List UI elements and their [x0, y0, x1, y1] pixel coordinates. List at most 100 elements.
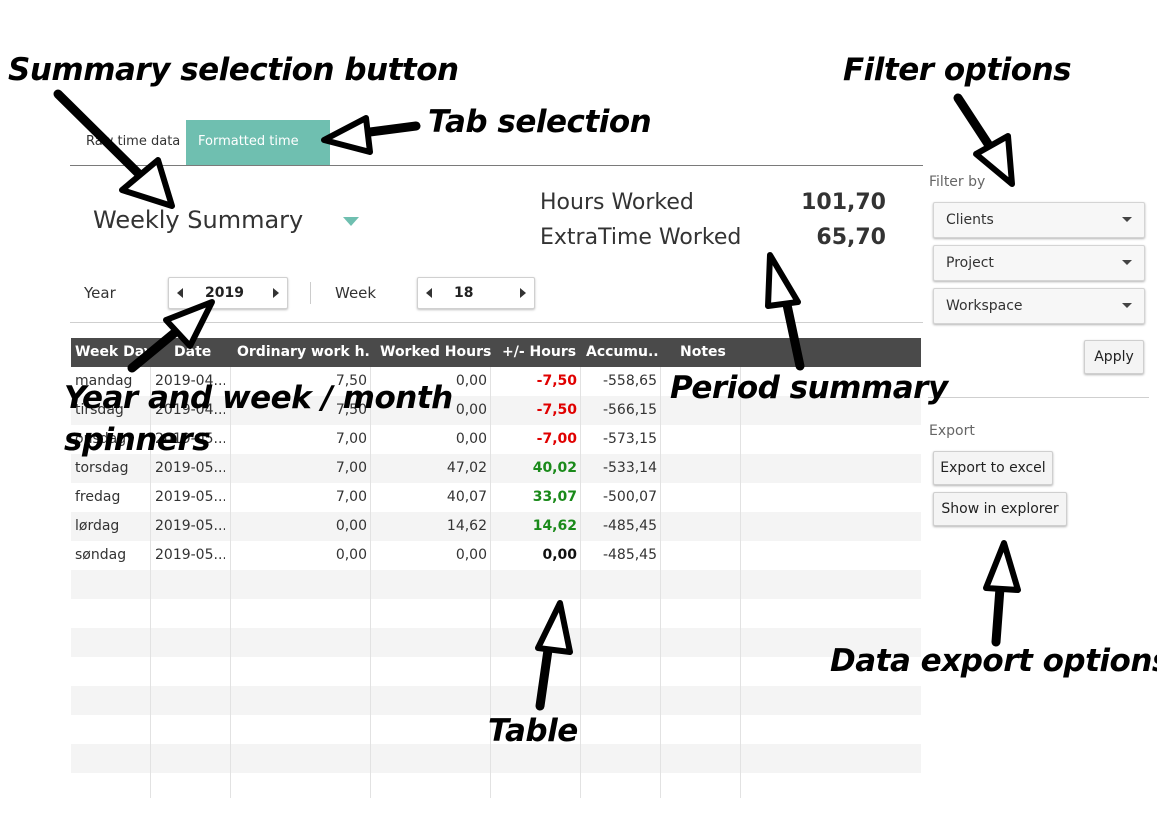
tab-raw-time-data[interactable]: Raw time data [74, 120, 192, 166]
cell-accumulated: -566,15 [602, 402, 657, 418]
chevron-down-icon [1122, 260, 1132, 265]
hours-worked-value: 101,70 [801, 190, 886, 215]
project-filter-label: Project [946, 255, 994, 271]
cell-accumulated: -558,65 [602, 373, 657, 389]
column-header-accumulated[interactable]: Accumu... [586, 338, 660, 367]
filter-by-label: Filter by [929, 174, 986, 190]
cell-worked-hours: 47,02 [446, 460, 487, 476]
year-increment-button[interactable] [265, 278, 287, 308]
table-row[interactable] [71, 628, 921, 657]
show-in-explorer-button[interactable]: Show in explorer [933, 492, 1067, 526]
cell-week-day: fredag [75, 489, 121, 505]
column-gridline [740, 367, 741, 798]
arrow-right-icon [520, 288, 526, 298]
cell-worked-hours: 0,00 [455, 547, 487, 563]
column-header-worked-hours[interactable]: Worked Hours [380, 338, 495, 367]
week-value[interactable]: 18 [454, 278, 473, 308]
chevron-down-icon[interactable] [343, 217, 359, 226]
cell-worked-hours: 14,62 [446, 518, 487, 534]
column-header-week-day[interactable]: Week Day [75, 338, 149, 367]
cell-date: 2019-05... [155, 518, 225, 534]
summary-selection-button[interactable]: Weekly Summary [93, 206, 303, 234]
annotation-filter-options: Filter options [843, 52, 1072, 88]
column-header-notes[interactable]: Notes [680, 338, 750, 367]
cell-ordinary-hours: 0,00 [335, 518, 367, 534]
cell-week-day: lørdag [75, 518, 120, 534]
cell-notes [665, 512, 735, 541]
table-row[interactable] [71, 773, 921, 802]
table-row[interactable]: fredag 2019-05... 7,00 40,07 33,07 -500,07 [71, 483, 921, 512]
year-decrement-button[interactable] [169, 278, 191, 308]
panel-divider [928, 397, 1149, 398]
workspace-filter-label: Workspace [946, 298, 1023, 314]
table-row[interactable] [71, 599, 921, 628]
year-spinner[interactable]: 2019 [168, 277, 288, 309]
table-row[interactable] [71, 686, 921, 715]
column-header-ordinary-work-hours[interactable]: Ordinary work h... [237, 338, 371, 367]
cell-ordinary-hours: 7,00 [335, 489, 367, 505]
cell-notes [665, 483, 735, 512]
table-row[interactable]: søndag 2019-05... 0,00 0,00 0,00 -485,45 [71, 541, 921, 570]
table-row[interactable] [71, 570, 921, 599]
arrow-left-icon [426, 288, 432, 298]
cell-week-day: søndag [75, 547, 127, 563]
cell-week-day: torsdag [75, 460, 129, 476]
table-row[interactable]: lørdag 2019-05... 0,00 14,62 14,62 -485,45 [71, 512, 921, 541]
cell-ordinary-hours: 7,00 [335, 460, 367, 476]
cell-accumulated: -485,45 [602, 518, 657, 534]
annotation-spinners-line1: Year and week / month [64, 380, 453, 416]
cell-ordinary-hours: 7,00 [335, 431, 367, 447]
cell-notes [665, 541, 735, 570]
project-filter-dropdown[interactable]: Project [933, 245, 1145, 281]
table-row[interactable] [71, 657, 921, 686]
week-decrement-button[interactable] [418, 278, 440, 308]
chevron-down-icon [1122, 303, 1132, 308]
year-label: Year [84, 284, 116, 302]
export-label: Export [929, 423, 975, 439]
week-increment-button[interactable] [512, 278, 534, 308]
annotation-table: Table [488, 713, 578, 749]
cell-diff-hours: 0,00 [542, 547, 577, 563]
section-divider [70, 322, 923, 323]
extratime-worked-label: ExtraTime Worked [540, 225, 742, 250]
cell-accumulated: -500,07 [602, 489, 657, 505]
arrow-left-icon [177, 288, 183, 298]
column-header-diff-hours[interactable]: +/- Hours [502, 338, 582, 367]
column-gridline [580, 367, 581, 798]
annotation-tab-selection: Tab selection [428, 104, 652, 140]
table-header: Week Day Date Ordinary work h... Worked … [71, 338, 921, 367]
cell-date: 2019-05... [155, 547, 225, 563]
cell-accumulated: -533,14 [602, 460, 657, 476]
export-to-excel-button[interactable]: Export to excel [933, 451, 1053, 485]
cell-diff-hours: 40,02 [532, 460, 577, 476]
cell-worked-hours: 0,00 [455, 431, 487, 447]
cell-accumulated: -485,45 [602, 547, 657, 563]
cell-worked-hours: 40,07 [446, 489, 487, 505]
export-arrow-icon [983, 540, 1021, 647]
annotation-spinners-line2: spinners [64, 422, 211, 458]
cell-date: 2019-05... [155, 489, 225, 505]
week-spinner[interactable]: 18 [417, 277, 535, 309]
column-gridline [660, 367, 661, 798]
cell-diff-hours: 14,62 [532, 518, 577, 534]
clients-filter-label: Clients [946, 212, 994, 228]
spinner-divider [310, 282, 311, 304]
cell-ordinary-hours: 0,00 [335, 547, 367, 563]
cell-date: 2019-05... [155, 460, 225, 476]
column-header-date[interactable]: Date [174, 338, 234, 367]
apply-button[interactable]: Apply [1084, 340, 1144, 374]
cell-diff-hours: 33,07 [532, 489, 577, 505]
cell-notes [665, 454, 735, 483]
annotation-summary-selection-button: Summary selection button [8, 52, 459, 88]
chevron-down-icon [1122, 217, 1132, 222]
column-gridline [370, 367, 371, 798]
tab-formatted-time-data[interactable]: Formatted time data [186, 120, 330, 193]
cell-diff-hours: -7,00 [536, 431, 577, 447]
table-row[interactable]: torsdag 2019-05... 7,00 47,02 40,02 -533,14 [71, 454, 921, 483]
arrow-right-icon [273, 288, 279, 298]
cell-notes [665, 425, 735, 454]
clients-filter-dropdown[interactable]: Clients [933, 202, 1145, 238]
workspace-filter-dropdown[interactable]: Workspace [933, 288, 1145, 324]
year-value[interactable]: 2019 [205, 278, 244, 308]
hours-worked-label: Hours Worked [540, 190, 694, 215]
